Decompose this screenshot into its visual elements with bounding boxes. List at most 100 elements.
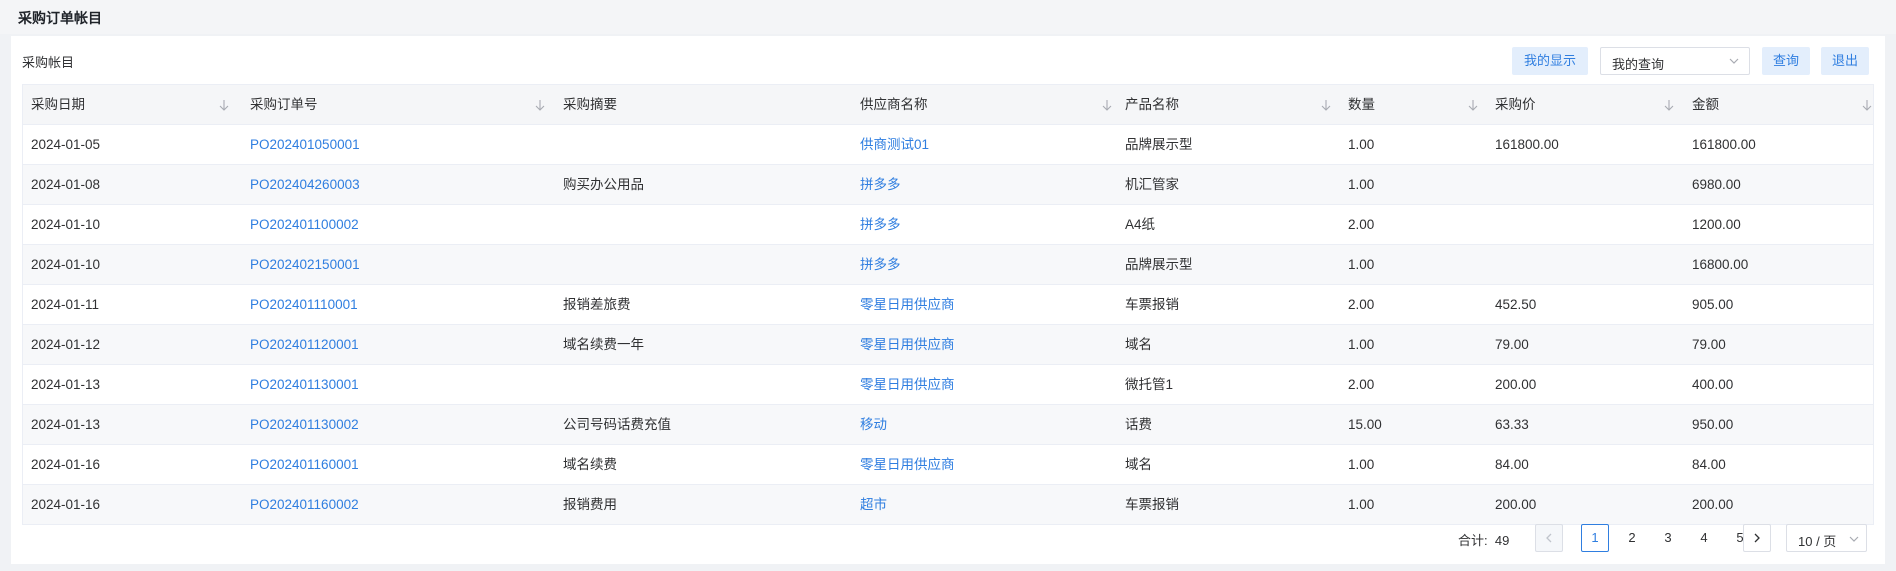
cell-quantity: 1.00 — [1348, 177, 1375, 192]
cell-unit-price: 161800.00 — [1495, 137, 1559, 152]
sort-arrow-icon[interactable] — [1861, 98, 1873, 112]
cell-order-no-link[interactable]: PO202401120001 — [250, 325, 359, 364]
column-header-order-no[interactable]: 采购订单号 — [250, 85, 318, 124]
page-number-4[interactable]: 4 — [1690, 524, 1718, 552]
column-header-amount[interactable]: 金额 — [1692, 85, 1719, 124]
query-button[interactable]: 查询 — [1762, 47, 1810, 75]
my-query-select[interactable]: 我的查询 — [1600, 47, 1750, 75]
chevron-left-icon — [1546, 533, 1552, 543]
cell-order-no-link[interactable]: PO202404260003 — [250, 165, 360, 204]
cell-summary: 域名续费 — [563, 457, 617, 472]
cell-supplier-link[interactable]: 拼多多 — [860, 205, 901, 244]
chevron-right-icon — [1754, 533, 1760, 543]
cell-date: 2024-01-11 — [31, 297, 100, 312]
sort-arrow-icon[interactable] — [1663, 98, 1675, 112]
cell-unit-price: 63.33 — [1495, 417, 1529, 432]
sort-arrow-icon[interactable] — [218, 98, 230, 112]
cell-supplier-link[interactable]: 拼多多 — [860, 165, 901, 204]
cell-amount: 905.00 — [1692, 297, 1734, 312]
cell-product: 微托管1 — [1125, 377, 1174, 392]
table-row[interactable]: 2024-01-13 PO202401130002 公司号码话费充值 移动 话费 15.0… — [23, 405, 1873, 445]
page-size-value: 10 / 页 — [1798, 534, 1837, 549]
cell-date: 2024-01-08 — [31, 177, 101, 192]
sort-arrow-icon[interactable] — [1101, 98, 1113, 112]
cell-product: 话费 — [1125, 417, 1152, 432]
sort-arrow-icon[interactable] — [1467, 98, 1479, 112]
cell-amount: 1200.00 — [1692, 217, 1741, 232]
next-page-button[interactable] — [1743, 524, 1771, 552]
cell-summary: 报销差旅费 — [563, 297, 631, 312]
sort-arrow-icon[interactable] — [1320, 98, 1332, 112]
cell-amount: 79.00 — [1692, 337, 1726, 352]
my-display-button[interactable]: 我的显示 — [1512, 47, 1588, 75]
cell-quantity: 2.00 — [1348, 217, 1375, 232]
cell-supplier-link[interactable]: 拼多多 — [860, 245, 901, 284]
panel-title: 采购帐目 — [22, 55, 75, 70]
table-row[interactable]: 2024-01-10 PO202401100002 拼多多 A4纸 2.00 1200.0… — [23, 205, 1873, 245]
chevron-down-icon — [1729, 58, 1739, 64]
page-number-1[interactable]: 1 — [1581, 524, 1609, 552]
cell-supplier-link[interactable]: 供商测试01 — [860, 125, 929, 164]
cell-date: 2024-01-10 — [31, 217, 101, 232]
cell-summary: 购买办公用品 — [563, 177, 644, 192]
column-header-date[interactable]: 采购日期 — [31, 85, 85, 124]
cell-quantity: 15.00 — [1348, 417, 1382, 432]
cell-amount: 950.00 — [1692, 417, 1734, 432]
cell-amount: 16800.00 — [1692, 257, 1749, 272]
table-row[interactable]: 2024-01-16 PO202401160001 域名续费 零星日用供应商 域名 1.0… — [23, 445, 1873, 485]
cell-product: 车票报销 — [1125, 297, 1179, 312]
cell-quantity: 1.00 — [1348, 337, 1375, 352]
cell-supplier-link[interactable]: 零星日用供应商 — [860, 325, 955, 364]
cell-order-no-link[interactable]: PO202401110001 — [250, 285, 358, 324]
cell-quantity: 1.00 — [1348, 137, 1375, 152]
cell-order-no-link[interactable]: PO202402150001 — [250, 245, 360, 284]
cell-order-no-link[interactable]: PO202401130001 — [250, 365, 359, 404]
cell-quantity: 2.00 — [1348, 377, 1375, 392]
column-header-product[interactable]: 产品名称 — [1125, 85, 1179, 124]
table-row[interactable]: 2024-01-05 PO202401050001 供商测试01 品牌展示型 1.00 1… — [23, 125, 1873, 165]
table-body: 2024-01-05 PO202401050001 供商测试01 品牌展示型 1.00 1… — [23, 125, 1873, 524]
exit-button[interactable]: 退出 — [1821, 47, 1869, 75]
cell-order-no-link[interactable]: PO202401160002 — [250, 485, 359, 524]
cell-supplier-link[interactable]: 零星日用供应商 — [860, 365, 955, 404]
table-row[interactable]: 2024-01-11 PO202401110001 报销差旅费 零星日用供应商 车票报销… — [23, 285, 1873, 325]
cell-unit-price: 200.00 — [1495, 377, 1537, 392]
table-row[interactable]: 2024-01-16 PO202401160002 报销费用 超市 车票报销 1.00 20… — [23, 485, 1873, 524]
cell-product: A4纸 — [1125, 217, 1156, 232]
cell-product: 域名 — [1125, 457, 1152, 472]
page-title: 采购订单帐目 — [18, 10, 102, 26]
cell-product: 域名 — [1125, 337, 1152, 352]
table-row[interactable]: 2024-01-12 PO202401120001 域名续费一年 零星日用供应商 域名 1… — [23, 325, 1873, 365]
table-row[interactable]: 2024-01-13 PO202401130001 零星日用供应商 微托管1 2.00 2… — [23, 365, 1873, 405]
cell-supplier-link[interactable]: 零星日用供应商 — [860, 445, 955, 484]
column-header-quantity[interactable]: 数量 — [1348, 85, 1375, 124]
page-number-3[interactable]: 3 — [1654, 524, 1682, 552]
column-header-supplier[interactable]: 供应商名称 — [860, 85, 928, 124]
cell-supplier-link[interactable]: 移动 — [860, 405, 887, 444]
cell-order-no-link[interactable]: PO202401100002 — [250, 205, 359, 244]
prev-page-button[interactable] — [1535, 524, 1563, 552]
table-row[interactable]: 2024-01-08 PO202404260003 购买办公用品 拼多多 机汇管家 1.0… — [23, 165, 1873, 205]
cell-supplier-link[interactable]: 零星日用供应商 — [860, 285, 955, 324]
column-header-summary[interactable]: 采购摘要 — [563, 85, 617, 124]
cell-order-no-link[interactable]: PO202401130002 — [250, 405, 359, 444]
table-header: 采购日期 采购订单号 采购摘要 供应商名称 产品名称 数量 采购价 金额 — [23, 85, 1873, 125]
sort-arrow-icon[interactable] — [534, 98, 546, 112]
cell-date: 2024-01-10 — [31, 257, 101, 272]
cell-order-no-link[interactable]: PO202401050001 — [250, 125, 360, 164]
main-panel: 采购帐目 我的显示 我的查询 查询 退出 采购日期 采购订单号 采购摘要 供应商名称 产… — [11, 36, 1885, 564]
cell-quantity: 1.00 — [1348, 257, 1375, 272]
cell-supplier-link[interactable]: 超市 — [860, 485, 887, 524]
cell-summary: 域名续费一年 — [563, 337, 644, 352]
page-size-select[interactable]: 10 / 页 — [1786, 524, 1867, 552]
column-header-unit-price[interactable]: 采购价 — [1495, 85, 1536, 124]
cell-date: 2024-01-12 — [31, 337, 101, 352]
cell-amount: 161800.00 — [1692, 137, 1756, 152]
cell-order-no-link[interactable]: PO202401160001 — [250, 445, 359, 484]
cell-amount: 6980.00 — [1692, 177, 1741, 192]
cell-product: 品牌展示型 — [1125, 257, 1193, 272]
page-number-2[interactable]: 2 — [1618, 524, 1646, 552]
cell-unit-price: 452.50 — [1495, 297, 1537, 312]
total-value: 49 — [1494, 533, 1510, 548]
table-row[interactable]: 2024-01-10 PO202402150001 拼多多 品牌展示型 1.00 1680… — [23, 245, 1873, 285]
